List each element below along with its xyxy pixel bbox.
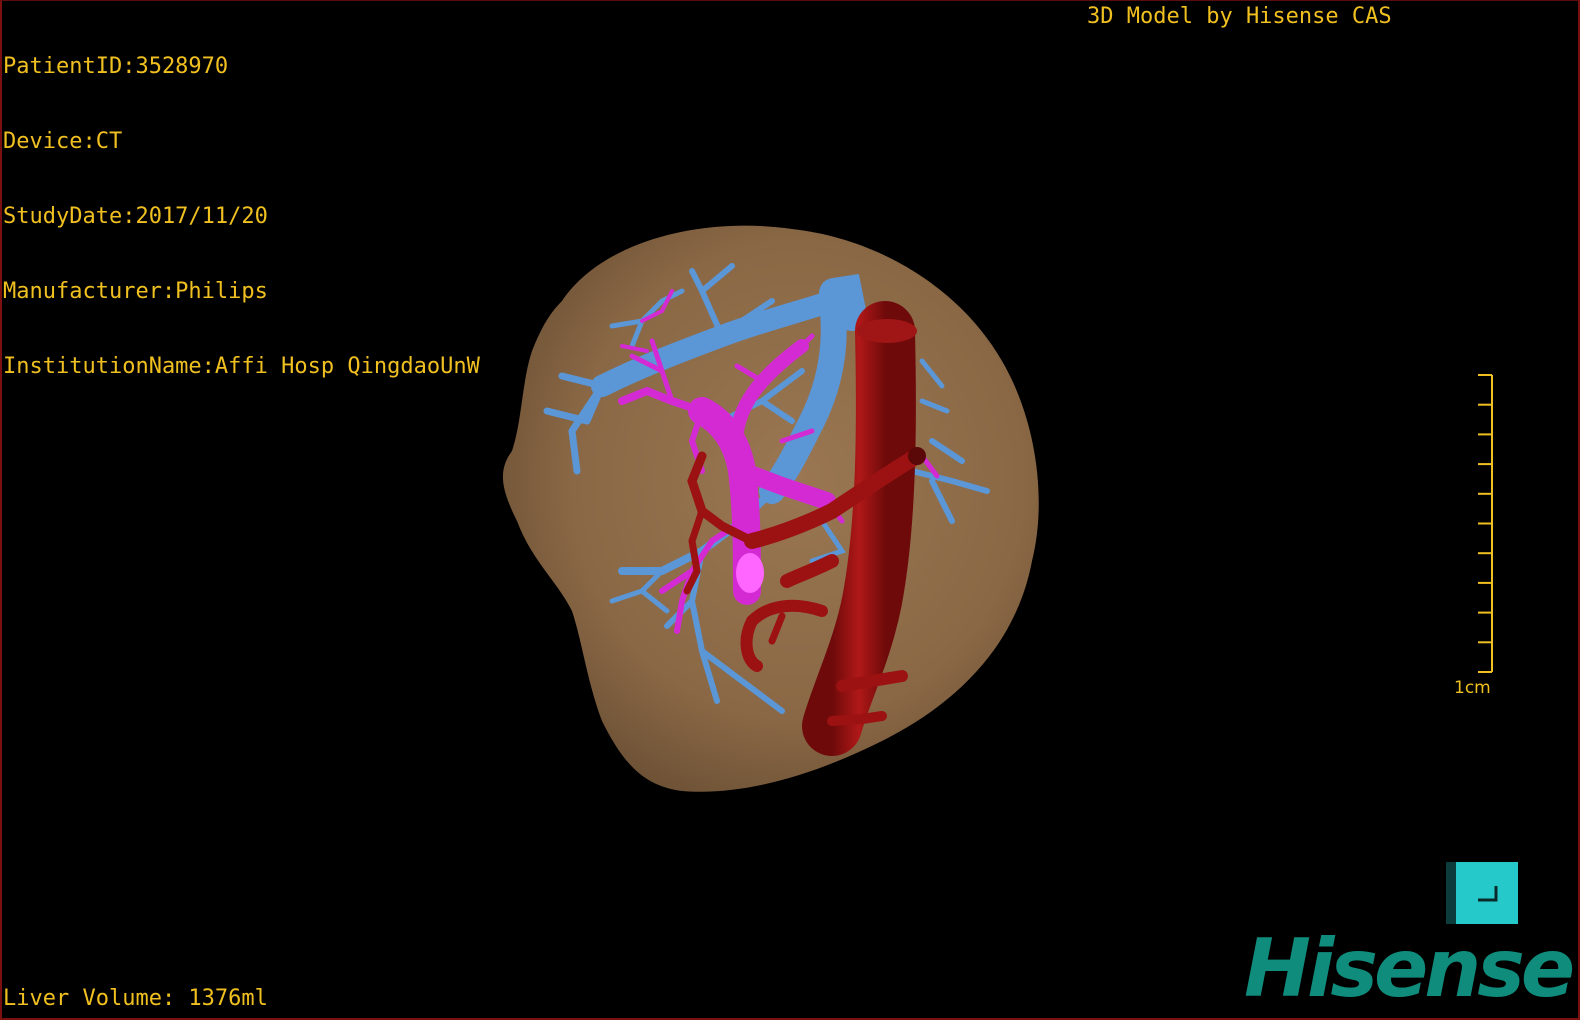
scale-label: 1cm: [1454, 678, 1491, 698]
hisense-logo: Hisense: [1244, 922, 1575, 1015]
scale-ticks: [1478, 374, 1492, 673]
corner-toggle-button[interactable]: [1456, 862, 1518, 924]
corner-button-shadow: [1446, 862, 1456, 924]
patient-id: PatientID:3528970: [3, 54, 229, 79]
liver-volume: Liver Volume: 1376ml: [3, 986, 268, 1011]
3d-viewport[interactable]: PatientID:3528970 Device:CT StudyDate:20…: [0, 0, 1580, 1020]
scale-bar: [1478, 374, 1493, 673]
corner-bracket-icon: [1478, 886, 1498, 902]
device: Device:CT: [3, 129, 123, 154]
institution-name: InstitutionName:Affi Hosp QingdaoUnW: [3, 354, 480, 379]
manufacturer: Manufacturer:Philips: [3, 279, 268, 304]
model-credit: 3D Model by Hisense CAS: [1087, 4, 1392, 29]
study-date: StudyDate:2017/11/20: [3, 204, 268, 229]
patient-info-overlay: PatientID:3528970 Device:CT StudyDate:20…: [3, 4, 480, 429]
